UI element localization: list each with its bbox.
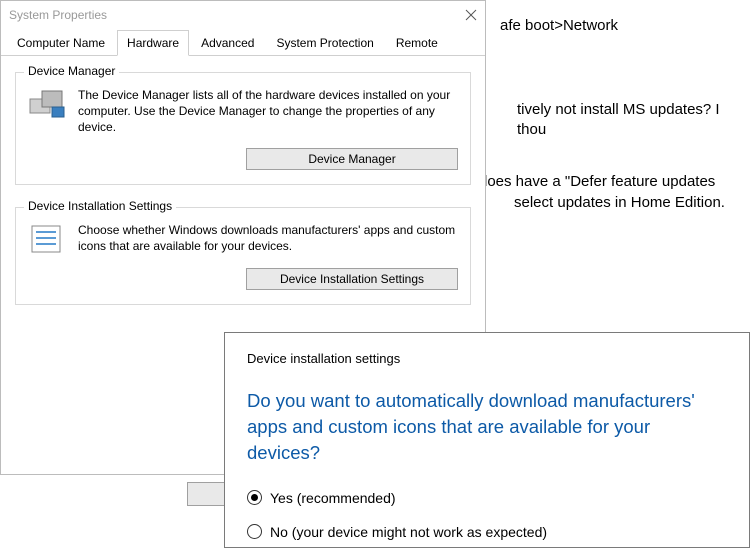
bg-text-safeboot: afe boot>Network bbox=[500, 16, 618, 36]
device-manager-desc: The Device Manager lists all of the hard… bbox=[78, 87, 458, 136]
option-label: No (your device might not work as expect… bbox=[270, 524, 547, 540]
radio-selected-icon bbox=[247, 490, 262, 505]
dialog-title: Device installation settings bbox=[247, 351, 727, 366]
tab-remote[interactable]: Remote bbox=[386, 30, 448, 56]
bg-text-updates2: loes have a "Defer feature updates bbox=[484, 172, 715, 192]
dialog-question: Do you want to automatically download ma… bbox=[247, 388, 727, 466]
device-install-dialog: Device installation settings Do you want… bbox=[224, 332, 750, 548]
tab-advanced[interactable]: Advanced bbox=[191, 30, 264, 56]
option-label: Yes (recommended) bbox=[270, 490, 396, 506]
tab-system-protection[interactable]: System Protection bbox=[266, 30, 383, 56]
tab-content-hardware: Device Manager The Device Manager lists … bbox=[1, 56, 485, 343]
bg-text-updates1: tively not install MS updates? I thou bbox=[517, 100, 750, 141]
tab-computer-name[interactable]: Computer Name bbox=[7, 30, 115, 56]
option-yes[interactable]: Yes (recommended) bbox=[247, 490, 727, 506]
tab-hardware[interactable]: Hardware bbox=[117, 30, 189, 56]
device-install-icon bbox=[28, 222, 66, 256]
group-legend: Device Manager bbox=[24, 64, 119, 78]
group-legend: Device Installation Settings bbox=[24, 199, 176, 213]
device-install-button[interactable]: Device Installation Settings bbox=[246, 268, 458, 290]
bg-text-updates3: select updates in Home Edition. bbox=[514, 193, 725, 213]
device-install-desc: Choose whether Windows downloads manufac… bbox=[78, 222, 458, 256]
device-manager-icon bbox=[28, 87, 66, 121]
radio-unselected-icon bbox=[247, 524, 262, 539]
option-no[interactable]: No (your device might not work as expect… bbox=[247, 524, 727, 540]
tabbar: Computer Name Hardware Advanced System P… bbox=[1, 29, 485, 56]
device-manager-button[interactable]: Device Manager bbox=[246, 148, 458, 170]
group-device-manager: Device Manager The Device Manager lists … bbox=[15, 72, 471, 185]
dialog-title: System Properties bbox=[9, 8, 465, 22]
titlebar: System Properties bbox=[1, 1, 485, 29]
close-icon[interactable] bbox=[465, 9, 477, 21]
group-device-install: Device Installation Settings Choose whet… bbox=[15, 207, 471, 305]
